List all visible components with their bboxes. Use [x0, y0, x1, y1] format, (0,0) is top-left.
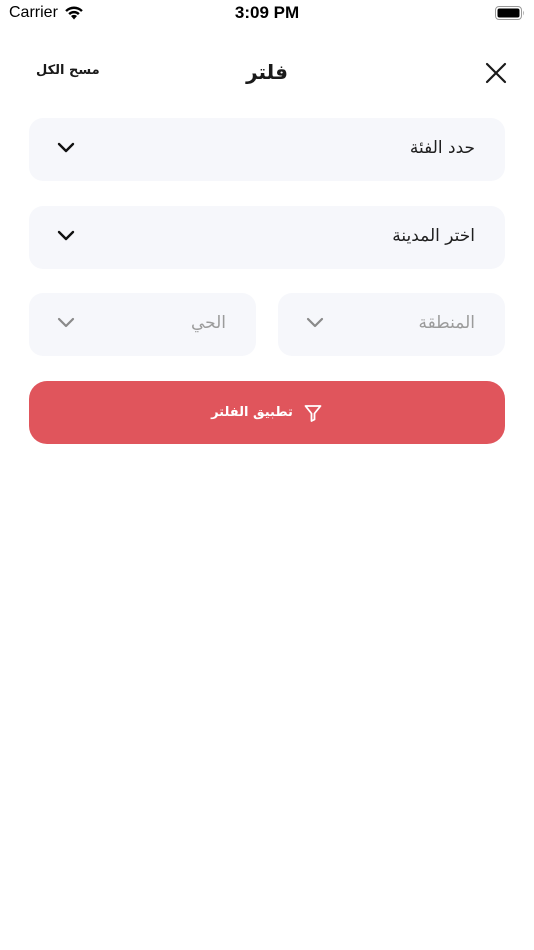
filter-screen: Carrier 3:09 PM مسح الكل فلتر حدد الفئة — [0, 0, 534, 950]
page-title: فلتر — [246, 60, 288, 84]
apply-filter-button[interactable]: تطبيق الفلتر — [29, 381, 505, 444]
region-select[interactable]: المنطقة — [278, 293, 505, 356]
apply-filter-label: تطبيق الفلتر — [211, 405, 293, 420]
battery-icon — [495, 6, 524, 20]
clock: 3:09 PM — [234, 3, 300, 22]
category-select[interactable]: حدد الفئة — [29, 118, 505, 181]
region-select-label: المنطقة — [418, 313, 475, 333]
chevron-down-icon — [57, 142, 75, 153]
funnel-icon — [304, 404, 322, 422]
chevron-down-icon — [306, 317, 324, 328]
chevron-down-icon — [57, 317, 75, 328]
district-select-label: الحي — [190, 313, 226, 333]
city-select-label: اختر المدينة — [392, 226, 475, 246]
district-select[interactable]: الحي — [29, 293, 256, 356]
city-select[interactable]: اختر المدينة — [29, 206, 505, 269]
close-button[interactable] — [481, 58, 511, 88]
close-icon — [485, 62, 507, 84]
chevron-down-icon — [57, 230, 75, 241]
header: مسح الكل فلتر — [0, 50, 534, 96]
category-select-label: حدد الفئة — [409, 138, 475, 158]
status-bar: Carrier 3:09 PM — [0, 0, 534, 30]
